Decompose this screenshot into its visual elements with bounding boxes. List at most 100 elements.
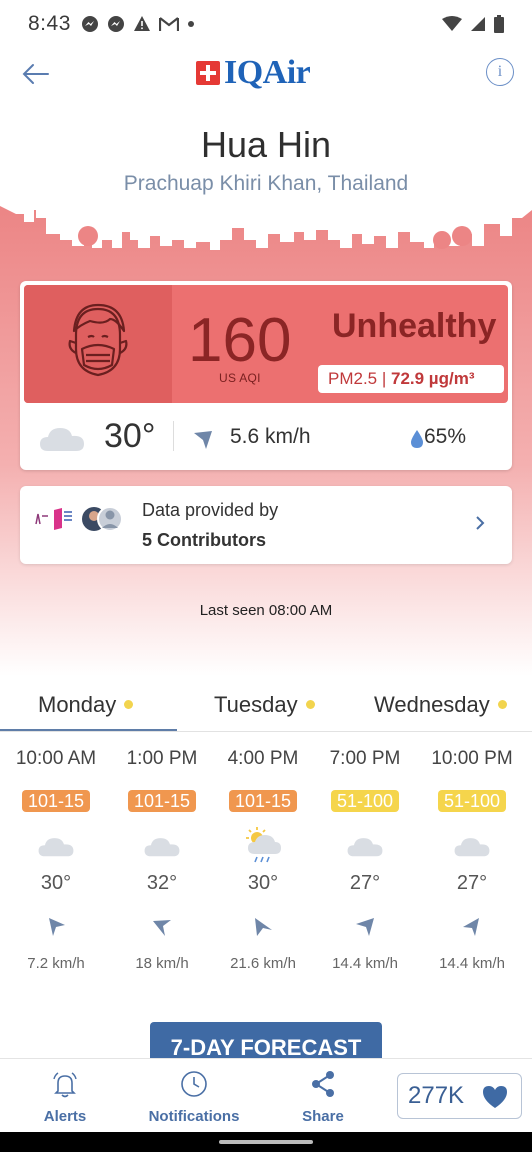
contributor-logos-icon [34,506,123,532]
cloud-icon [419,822,525,870]
warning-icon [133,16,150,31]
nav-label: Share [302,1108,344,1125]
heart-icon [483,1086,507,1108]
hour-aqi-badge: 101-15 [21,790,91,812]
hour-wind: 18 km/h [135,955,189,972]
aqi-card[interactable]: 160 US AQI Unhealthy PM2.5 | 72.9 µg/m³ … [20,281,512,470]
humidity: 65% [424,425,467,448]
tab-label: Tuesday [214,692,298,717]
seven-day-forecast-button[interactable]: 7-DAY FORECAST [150,1022,382,1062]
battery-icon [494,15,504,33]
nav-label: Alerts [43,1108,87,1125]
hourly-item: 10:00 AM 101-15 30° 7.2 km/h [3,748,109,972]
wind-speed: 5.6 km/h [230,425,311,448]
day-tabs: Monday Tuesday Wednesday [0,682,532,732]
aqi-dot-icon [497,699,507,709]
contributors-caption: Data provided by [142,500,279,520]
hourly-item: 10:00 PM 51-100 27° 14.4 km/h [419,748,525,972]
hourly-item: 7:00 PM 51-100 27° 14.4 km/h [312,748,418,972]
wind-direction-icon [419,907,525,947]
aqi-face-area [24,285,172,403]
hour-temp: 30° [40,872,72,894]
bell-icon [53,1072,77,1098]
wind-direction-icon [109,907,215,947]
humidity-drop-icon [411,430,423,448]
logo-cross-icon [196,61,220,85]
top-bar: IQAir i [0,48,532,100]
cloud-icon [312,822,418,870]
nav-notifications[interactable]: Notifications [140,1069,248,1125]
like-button[interactable]: 277K [397,1073,522,1119]
wifi-icon [442,16,462,31]
hour-wind: 21.6 km/h [230,955,296,972]
aqi-summary: 160 US AQI Unhealthy PM2.5 | 72.9 µg/m³ [24,285,508,403]
active-tab-indicator [0,729,177,731]
messenger-icon [81,16,98,32]
contributors-card[interactable]: Data provided by 5 Contributors [20,486,512,564]
region-name: Prachuap Khiri Khan, Thailand [123,172,409,195]
last-seen: Last seen 08:00 AM [199,602,333,619]
hour-time: 10:00 PM [431,748,513,769]
hour-aqi-badge: 51-100 [330,790,400,812]
wind-direction-icon [312,907,418,947]
wind-direction-icon [210,907,316,947]
sun-rain-icon [210,822,316,870]
chevron-right-icon [476,516,485,530]
aqi-status: Unhealthy [332,307,497,345]
info-icon: i [497,63,503,80]
hourly-item: 4:00 PM 101-15 30° 21.6 km/h [210,748,316,972]
status-time: 8:43 [28,12,71,35]
cloud-icon [109,822,215,870]
weather-row: 30° 5.6 km/h 65% [24,407,508,467]
hour-wind: 14.4 km/h [439,955,505,972]
hourly-item: 1:00 PM 101-15 32° 18 km/h [109,748,215,972]
likes-count: 277K [408,1082,465,1109]
gmail-icon [158,17,179,31]
gesture-bar [0,1132,532,1152]
temperature: 30° [104,417,156,455]
hour-wind: 14.4 km/h [332,955,398,972]
messenger-icon-2 [107,16,124,32]
divider [173,421,174,451]
aqi-dot-icon [305,699,315,709]
system-icons [442,15,504,33]
hour-time: 10:00 AM [15,748,97,769]
back-arrow-icon [22,64,49,84]
aqi-value: 160 [188,306,292,375]
nav-share[interactable]: Share [296,1069,350,1125]
bottom-nav: Alerts Notifications Share 277K [0,1058,532,1132]
tab-wednesday[interactable]: Wednesday [374,692,507,718]
hour-aqi-badge: 101-15 [127,790,197,812]
aqi-unit: US AQI [219,371,261,385]
hour-wind: 7.2 km/h [27,955,85,972]
wind-direction-icon [194,431,212,449]
pollutant-concentration: 72.9 µg/m³ [391,369,475,388]
cloud-icon [3,822,109,870]
share-icon [312,1071,334,1097]
masked-face-icon [68,303,128,377]
clock-icon [181,1071,207,1097]
pollutant-label: PM2.5 | [328,369,391,388]
hour-time: 4:00 PM [227,748,299,769]
home-indicator[interactable] [219,1140,313,1144]
contributor-avatars [34,504,144,534]
dot-icon [187,21,194,27]
status-bar: 8:43 [0,0,532,48]
tab-label: Wednesday [374,692,490,717]
aqi-dot-icon [124,699,134,709]
hour-temp: 27° [349,872,381,894]
back-button[interactable] [18,56,54,92]
info-button[interactable]: i [486,58,514,86]
logo-text: IQAir [224,54,311,91]
hour-time: 7:00 PM [329,748,401,769]
hour-aqi-badge: 101-15 [228,790,298,812]
notification-icons [81,15,195,33]
nav-alerts[interactable]: Alerts [36,1069,94,1125]
cloud-icon [40,428,84,451]
hour-time: 1:00 PM [126,748,198,769]
contributors-count: 5 Contributors [142,530,266,550]
tab-monday[interactable]: Monday [38,692,134,718]
signal-icon [471,17,485,31]
tab-label: Monday [38,692,117,717]
tab-tuesday[interactable]: Tuesday [214,692,315,718]
